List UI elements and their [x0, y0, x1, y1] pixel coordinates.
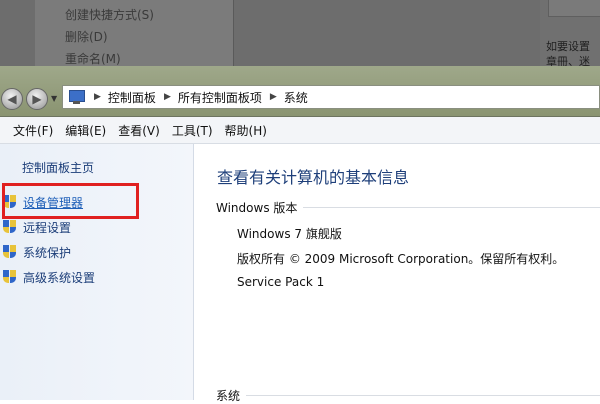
sidebar-item-label: 高级系统设置 [23, 270, 96, 285]
section-heading: 系统 [216, 389, 241, 403]
page-title: 查看有关计算机的基本信息 [217, 168, 410, 187]
sidebar-item-label: 设备管理器 [23, 195, 84, 210]
menu-bar: 文件(F) 编辑(E) 查看(V) 工具(T) 帮助(H) [0, 117, 600, 144]
breadcrumb-all-items[interactable]: 所有控制面板项 [178, 89, 262, 106]
sidebar-item-advanced-settings[interactable]: 高级系统设置 [3, 268, 95, 286]
back-button[interactable]: ◀ [1, 88, 23, 110]
menu-view[interactable]: 查看(V) [112, 122, 166, 139]
forward-button[interactable]: ▶ [26, 88, 48, 110]
background-menu-item-delete: 删除(D) [65, 30, 108, 44]
background-menu-item-create-shortcut: 创建快捷方式(S) [65, 8, 154, 22]
sidebar-item-label: 远程设置 [23, 220, 72, 235]
sidebar-item-remote-settings[interactable]: 远程设置 [3, 218, 71, 236]
background-right-panel: 如要设置 章冊、迷 [540, 0, 600, 68]
control-panel-home-link[interactable]: 控制面板主页 [22, 159, 94, 176]
uac-shield-icon [3, 220, 16, 234]
recent-pages-dropdown-icon[interactable]: ▼ [51, 94, 57, 103]
windows-edition: Windows 7 旗舰版 [237, 227, 342, 241]
background-menu-item-rename: 重命名(M) [65, 52, 121, 66]
uac-shield-icon [3, 245, 16, 259]
background-context-menu: 创建快捷方式(S) 删除(D) 重命名(M) [35, 0, 234, 66]
sidebar-item-label: 系统保护 [23, 245, 72, 260]
system-section-header: 系统 [216, 387, 600, 404]
computer-icon [68, 89, 86, 105]
sidebar: 控制面板主页 设备管理器 远程设置 系统保护 高级系统设置 [0, 144, 194, 400]
menu-file[interactable]: 文件(F) [0, 122, 59, 139]
menu-edit[interactable]: 编辑(E) [59, 122, 112, 139]
background-overlay: 创建快捷方式(S) 删除(D) 重命名(M) 如要设置 章冊、迷 [0, 0, 600, 68]
arrow-right-icon: ▶ [32, 92, 42, 106]
section-heading: Windows 版本 [216, 201, 298, 215]
arrow-left-icon: ◀ [7, 92, 17, 106]
chevron-right-icon[interactable]: ▶ [94, 92, 101, 102]
menu-help[interactable]: 帮助(H) [219, 122, 273, 139]
breadcrumb-system[interactable]: 系统 [284, 89, 308, 106]
windows-version-section-header: Windows 版本 [216, 199, 600, 216]
chevron-right-icon[interactable]: ▶ [164, 92, 171, 102]
copyright-text: 版权所有 © 2009 Microsoft Corporation。保留所有权利… [237, 252, 565, 266]
section-divider [246, 395, 600, 396]
breadcrumb-control-panel[interactable]: 控制面板 [108, 89, 156, 106]
background-button [548, 0, 600, 17]
menu-tools[interactable]: 工具(T) [166, 122, 219, 139]
section-divider [303, 207, 600, 208]
address-input[interactable]: ▶ 控制面板 ▶ 所有控制面板项 ▶ 系统 [62, 85, 600, 109]
uac-shield-icon [3, 270, 16, 284]
sidebar-item-system-protection[interactable]: 系统保护 [3, 243, 71, 261]
background-text-line-1: 如要设置 [546, 40, 590, 53]
main-content: 查看有关计算机的基本信息 Windows 版本 Windows 7 旗舰版 版权… [194, 144, 600, 403]
sidebar-item-device-manager[interactable]: 设备管理器 [3, 193, 83, 211]
service-pack: Service Pack 1 [237, 275, 325, 289]
uac-shield-icon [3, 195, 16, 209]
chevron-right-icon[interactable]: ▶ [270, 92, 277, 102]
